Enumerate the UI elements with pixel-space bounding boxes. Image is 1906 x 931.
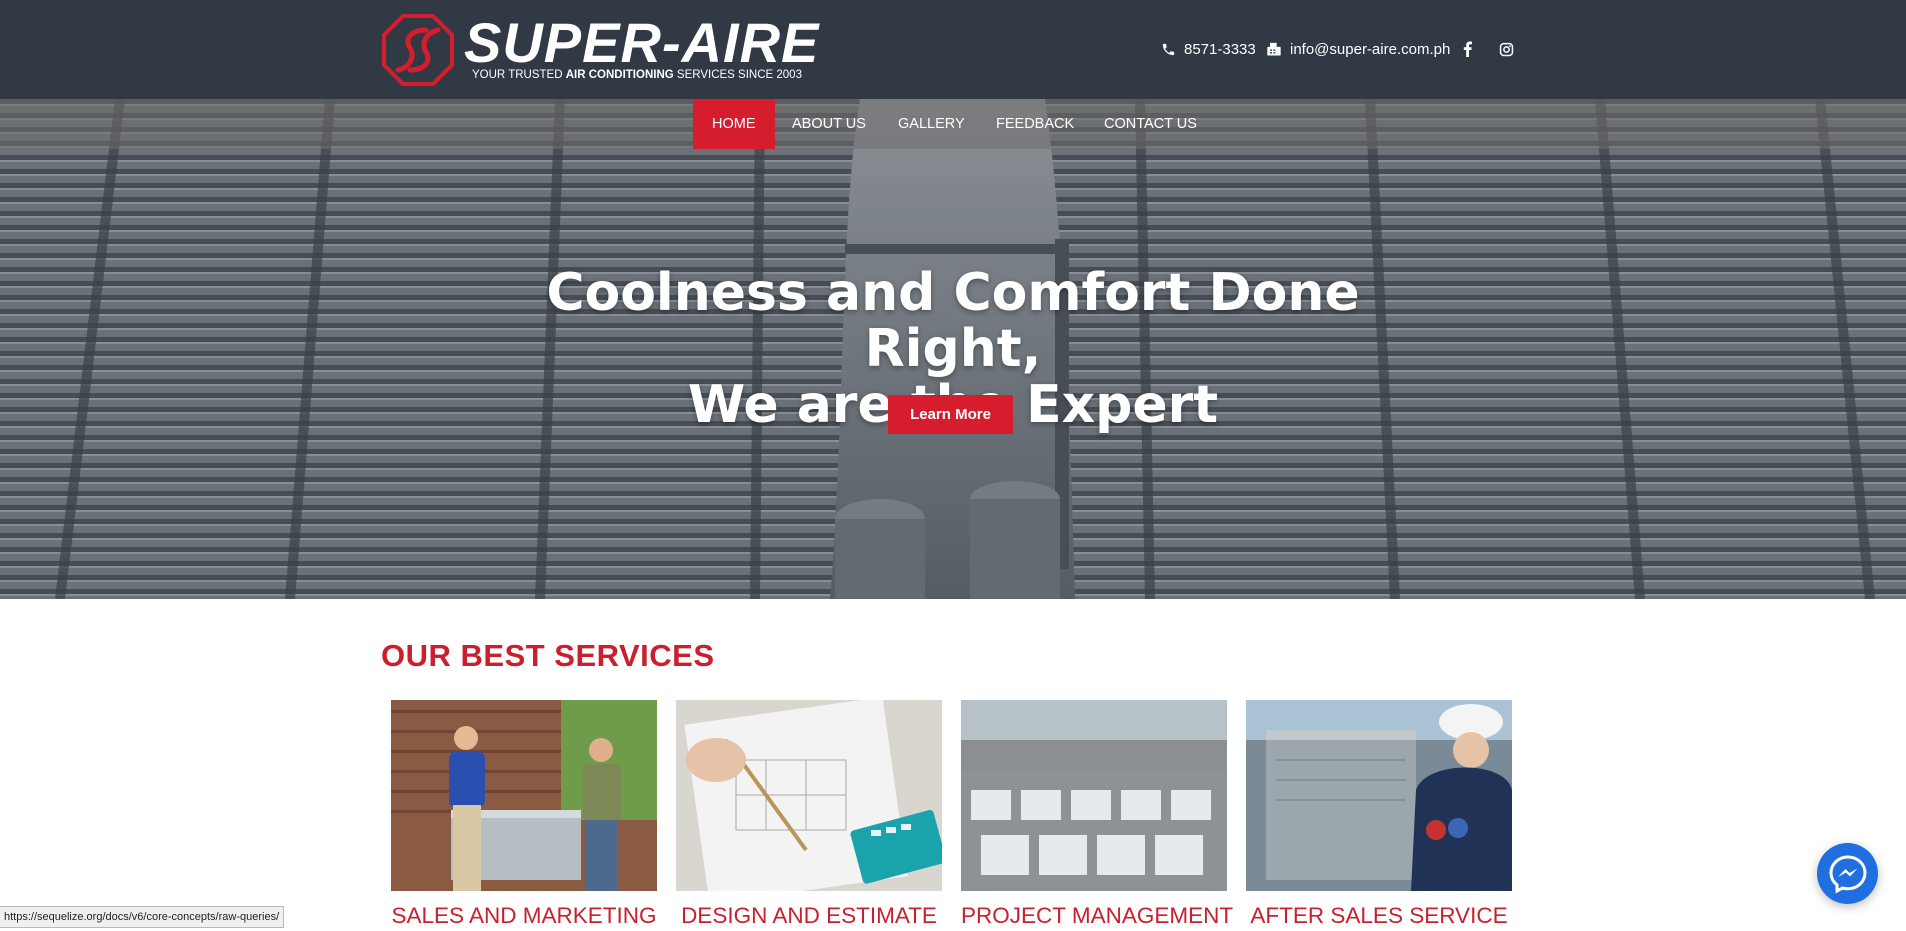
service-title: SALES AND MARKETING <box>391 903 657 928</box>
messenger-chat-button[interactable] <box>1817 843 1878 904</box>
status-bar-url: https://sequelize.org/docs/v6/core-conce… <box>0 906 285 928</box>
brand-name: SUPER-AIRE <box>464 11 820 74</box>
phone-icon <box>1162 43 1175 55</box>
nav-feedback[interactable]: FEEDBACK <box>977 99 1093 149</box>
sales-image <box>391 700 657 891</box>
logo-mark-icon <box>382 14 454 86</box>
brand-logo[interactable]: SUPER-AIRE YOUR TRUSTED AIR CONDITIONING… <box>382 14 818 86</box>
service-title: AFTER SALES SERVICE <box>1250 903 1508 928</box>
nav-about-us[interactable]: ABOUT US <box>773 99 885 149</box>
design-image <box>676 700 942 891</box>
service-title: PROJECT MANAGEMENT <box>961 903 1234 928</box>
messenger-icon <box>1828 854 1867 894</box>
facebook-icon <box>1463 41 1472 57</box>
page: SUPER-AIRE YOUR TRUSTED AIR CONDITIONING… <box>0 0 1906 931</box>
project-image <box>961 700 1227 891</box>
main-nav: HOME ABOUT US GALLERY FEEDBACK CONTACT U… <box>0 99 1906 149</box>
phone-number: 8571-3333 <box>1184 40 1256 58</box>
email-contact[interactable]: info@super-aire.com.ph <box>1266 38 1450 60</box>
learn-more-button[interactable]: Learn More <box>888 395 1013 434</box>
instagram-link[interactable] <box>1495 38 1517 60</box>
top-header: SUPER-AIRE YOUR TRUSTED AIR CONDITIONING… <box>0 0 1906 99</box>
services-heading: OUR BEST SERVICES <box>381 638 715 673</box>
service-card-project[interactable]: PROJECT MANAGEMENT <box>961 700 1234 929</box>
nav-contact-us[interactable]: CONTACT US <box>1085 99 1216 149</box>
email-address: info@super-aire.com.ph <box>1290 40 1451 58</box>
service-title: DESIGN AND ESTIMATE <box>681 903 937 928</box>
instagram-icon <box>1499 42 1513 56</box>
hero-banner: HOME ABOUT US GALLERY FEEDBACK CONTACT U… <box>0 99 1906 599</box>
brand-tagline: YOUR TRUSTED AIR CONDITIONING SERVICES S… <box>472 69 802 81</box>
service-card-sales[interactable]: SALES AND MARKETING <box>391 700 657 929</box>
service-card-after-sales[interactable]: AFTER SALES SERVICE <box>1246 700 1512 929</box>
fax-icon <box>1267 42 1281 55</box>
nav-home[interactable]: HOME <box>693 99 775 149</box>
phone-contact[interactable]: 8571-3333 <box>1161 38 1256 60</box>
service-card-design[interactable]: DESIGN AND ESTIMATE <box>676 700 942 929</box>
after-sales-image <box>1246 700 1512 891</box>
nav-gallery[interactable]: GALLERY <box>879 99 984 149</box>
facebook-link[interactable] <box>1456 38 1478 60</box>
hero-title-line1: Coolness and Comfort Done Right, <box>546 263 1360 379</box>
